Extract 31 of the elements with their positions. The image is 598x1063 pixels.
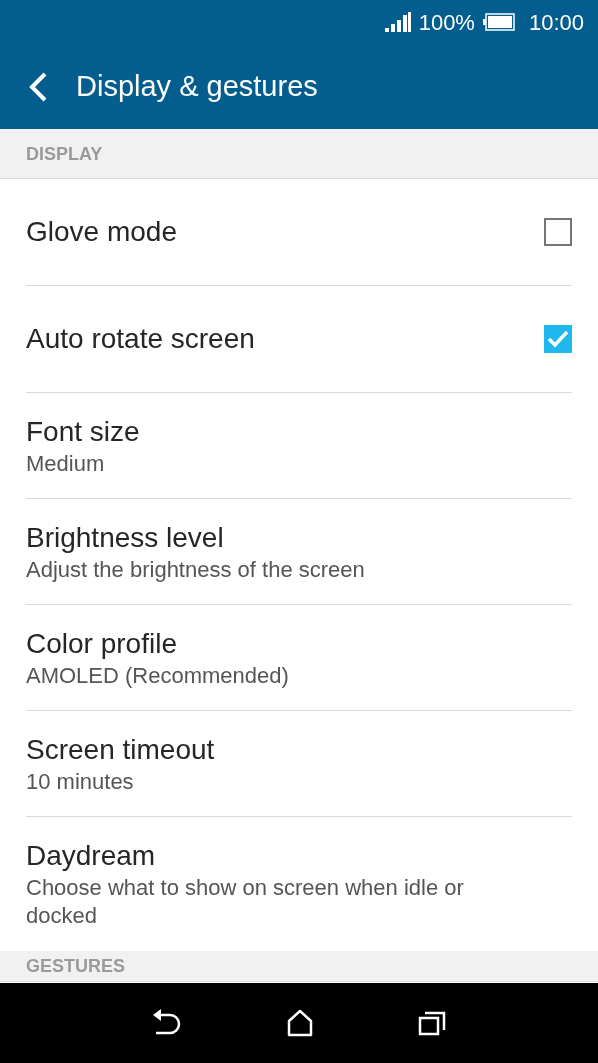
row-title: Font size bbox=[26, 414, 141, 449]
row-title: Glove mode bbox=[26, 215, 177, 249]
signal-icon bbox=[384, 12, 411, 32]
settings-row[interactable]: Color profile AMOLED (Recommended) bbox=[26, 605, 572, 711]
row-subtitle: Adjust the brightness of the screen bbox=[26, 555, 366, 584]
row-title: Daydream bbox=[26, 839, 157, 873]
row-title: Brightness level bbox=[26, 520, 225, 555]
row-subtitle: AMOLED (Recommended) bbox=[26, 661, 290, 690]
checkbox[interactable] bbox=[544, 325, 572, 353]
row-subtitle: 10 minutes bbox=[26, 767, 135, 796]
settings-row[interactable]: Daydream Choose what to show on screen when idle or docked bbox=[26, 817, 572, 951]
screen-title: Display & gestures bbox=[76, 68, 318, 104]
home-icon[interactable] bbox=[287, 1009, 313, 1037]
battery-icon bbox=[482, 13, 515, 31]
recents-icon[interactable] bbox=[417, 1010, 446, 1036]
settings-row[interactable]: Auto rotate screen bbox=[26, 286, 572, 393]
back-icon[interactable] bbox=[152, 1009, 183, 1037]
section-title: DISPLAY bbox=[26, 144, 103, 163]
battery-percent: 100% bbox=[418, 8, 475, 37]
clock: 10:00 bbox=[528, 8, 584, 37]
section-title: GESTURES bbox=[26, 957, 126, 975]
settings-row[interactable]: Brightness level Adjust the brightness of the screen bbox=[26, 499, 572, 605]
checkbox[interactable] bbox=[544, 218, 572, 246]
row-title: Screen timeout bbox=[26, 732, 215, 767]
row-title: Color profile bbox=[26, 626, 178, 661]
settings-row[interactable]: Glove mode bbox=[26, 179, 572, 286]
settings-row[interactable]: Font size Medium bbox=[26, 393, 572, 499]
settings-row[interactable]: Screen timeout 10 minutes bbox=[26, 711, 572, 817]
row-subtitle: Choose what to show on screen when idle or docked bbox=[26, 874, 465, 930]
row-title: Auto rotate screen bbox=[26, 322, 255, 356]
row-subtitle: Medium bbox=[26, 449, 106, 478]
